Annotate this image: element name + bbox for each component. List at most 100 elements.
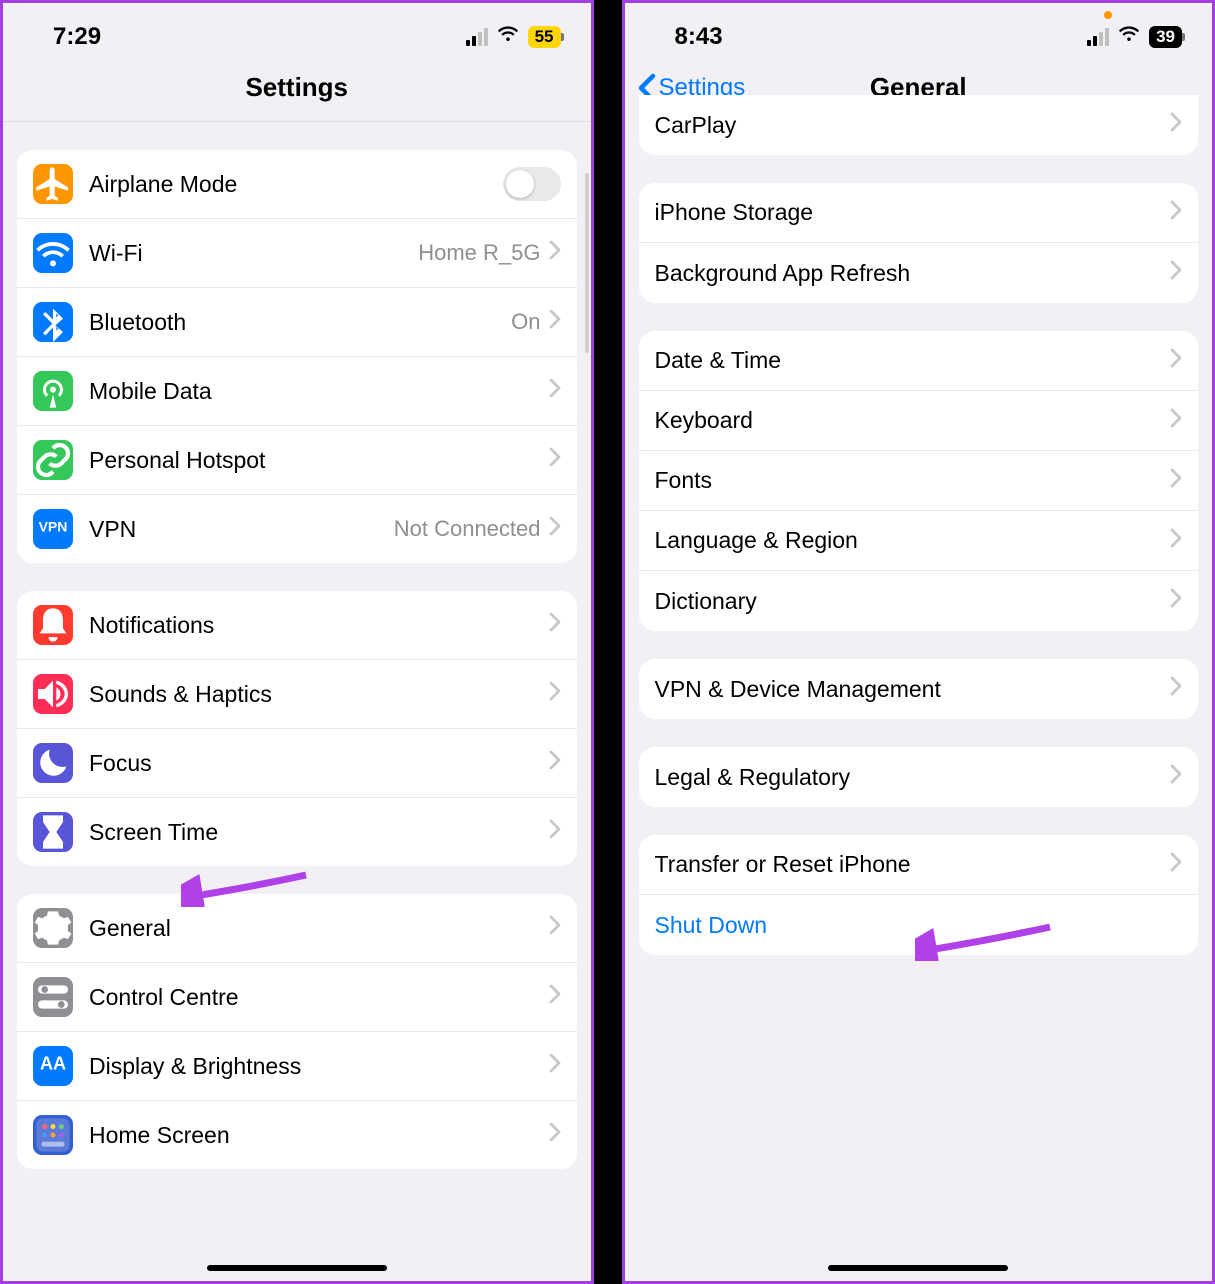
bluetooth-icon: [33, 302, 73, 342]
row-label: Transfer or Reset iPhone: [655, 851, 1171, 878]
chevron-right-icon: [549, 239, 561, 267]
chevron-right-icon: [1170, 199, 1182, 227]
right-screenshot: 8:43 39 Settings General CarPlayiPhone S…: [622, 0, 1215, 1284]
row-transfer[interactable]: Transfer or Reset iPhone: [639, 835, 1199, 895]
settings-group: Notifications Sounds & Haptics Focus Screen…: [17, 591, 577, 866]
settings-group: Transfer or Reset iPhone Shut Down: [639, 835, 1199, 955]
recording-indicator-icon: [1104, 11, 1112, 19]
settings-group: Legal & Regulatory: [639, 747, 1199, 807]
settings-group: Date & Time Keyboard Fonts Language & Regio…: [639, 331, 1199, 631]
row-label: Sounds & Haptics: [89, 681, 549, 708]
chevron-right-icon: [1170, 259, 1182, 287]
cellular-signal-icon: [466, 28, 488, 46]
chevron-right-icon: [1170, 347, 1182, 375]
switches-icon: [33, 977, 73, 1017]
row-fonts[interactable]: Fonts: [639, 451, 1199, 511]
row-label: Notifications: [89, 612, 549, 639]
hourglass-icon: [33, 812, 73, 852]
row-label: Dictionary: [655, 588, 1171, 615]
row-control[interactable]: Control Centre: [17, 963, 577, 1032]
row-display[interactable]: AA Display & Brightness: [17, 1032, 577, 1101]
row-label: Control Centre: [89, 984, 549, 1011]
row-value: Not Connected: [394, 516, 541, 542]
row-sounds[interactable]: Sounds & Haptics: [17, 660, 577, 729]
row-focus[interactable]: Focus: [17, 729, 577, 798]
airplane-icon: [33, 164, 73, 204]
row-label: Personal Hotspot: [89, 447, 549, 474]
row-label: Home Screen: [89, 1122, 549, 1149]
row-label: Airplane Mode: [89, 171, 503, 198]
settings-group: VPN & Device Management: [639, 659, 1199, 719]
status-bar: 7:29 55: [3, 3, 591, 60]
row-label: Focus: [89, 750, 549, 777]
svg-text:VPN: VPN: [39, 518, 68, 534]
row-hotspot[interactable]: Personal Hotspot: [17, 426, 577, 495]
row-label: iPhone Storage: [655, 199, 1171, 226]
row-notifications[interactable]: Notifications: [17, 591, 577, 660]
settings-list[interactable]: Airplane ModeWi-FiHome R_5GBluetoothOnMo…: [3, 122, 591, 1280]
row-label: Display & Brightness: [89, 1053, 549, 1080]
antenna-icon: [33, 371, 73, 411]
row-screentime[interactable]: Screen Time: [17, 798, 577, 866]
row-label: Background App Refresh: [655, 260, 1171, 287]
row-background[interactable]: Background App Refresh: [639, 243, 1199, 303]
settings-group: iPhone Storage Background App Refresh: [639, 183, 1199, 303]
grid-icon: [33, 1115, 73, 1155]
row-label: Screen Time: [89, 819, 549, 846]
row-dictionary[interactable]: Dictionary: [639, 571, 1199, 631]
chevron-right-icon: [549, 1052, 561, 1080]
chevron-right-icon: [1170, 527, 1182, 555]
chevron-right-icon: [549, 1121, 561, 1149]
row-label: Bluetooth: [89, 309, 511, 336]
left-screenshot: 7:29 55 Settings Airplane ModeWi-FiHome …: [0, 0, 594, 1284]
chevron-right-icon: [549, 680, 561, 708]
nav-header: Settings: [3, 60, 591, 122]
row-carplay[interactable]: CarPlay: [639, 95, 1199, 155]
chevron-right-icon: [1170, 467, 1182, 495]
row-general[interactable]: General: [17, 894, 577, 963]
row-value: On: [511, 309, 540, 335]
general-list[interactable]: CarPlay iPhone Storage Background App Refr…: [625, 95, 1213, 1253]
chevron-right-icon: [1170, 407, 1182, 435]
link-icon: [33, 440, 73, 480]
speaker-icon: [33, 674, 73, 714]
toggle-switch[interactable]: [503, 167, 561, 201]
row-label: Shut Down: [655, 912, 1183, 939]
chevron-right-icon: [549, 446, 561, 474]
battery-indicator: 39: [1149, 26, 1182, 48]
row-label: CarPlay: [655, 112, 1171, 139]
row-shutdown[interactable]: Shut Down: [639, 895, 1199, 955]
chevron-right-icon: [549, 749, 561, 777]
row-airplane[interactable]: Airplane Mode: [17, 150, 577, 219]
row-wifi[interactable]: Wi-FiHome R_5G: [17, 219, 577, 288]
row-mobiledata[interactable]: Mobile Data: [17, 357, 577, 426]
row-label: General: [89, 915, 549, 942]
vpn-icon: VPN: [33, 509, 73, 549]
chevron-right-icon: [549, 377, 561, 405]
chevron-right-icon: [1170, 763, 1182, 791]
gear-icon: [33, 908, 73, 948]
row-language[interactable]: Language & Region: [639, 511, 1199, 571]
row-label: Date & Time: [655, 347, 1171, 374]
row-bluetooth[interactable]: BluetoothOn: [17, 288, 577, 357]
row-vpn[interactable]: VPNVPNNot Connected: [17, 495, 577, 563]
row-keyboard[interactable]: Keyboard: [639, 391, 1199, 451]
row-homescreen[interactable]: Home Screen: [17, 1101, 577, 1169]
row-label: Wi-Fi: [89, 240, 418, 267]
row-label: Language & Region: [655, 527, 1171, 554]
row-datetime[interactable]: Date & Time: [639, 331, 1199, 391]
status-time: 7:29: [53, 23, 101, 51]
chevron-right-icon: [549, 308, 561, 336]
home-indicator[interactable]: [828, 1265, 1008, 1271]
row-storage[interactable]: iPhone Storage: [639, 183, 1199, 243]
wifi-icon: [1117, 21, 1141, 52]
row-legal[interactable]: Legal & Regulatory: [639, 747, 1199, 807]
home-indicator[interactable]: [207, 1265, 387, 1271]
wifi-icon: [33, 233, 73, 273]
row-vpnmgmt[interactable]: VPN & Device Management: [639, 659, 1199, 719]
moon-icon: [33, 743, 73, 783]
chevron-right-icon: [549, 818, 561, 846]
chevron-right-icon: [549, 983, 561, 1011]
svg-text:AA: AA: [40, 1054, 66, 1074]
row-label: Fonts: [655, 467, 1171, 494]
